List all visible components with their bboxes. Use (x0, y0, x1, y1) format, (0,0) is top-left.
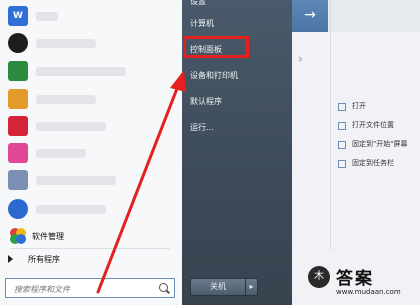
watermark: 木 答案 www.mudaan.com (306, 262, 418, 304)
red-arrow-annotation (96, 70, 186, 294)
watermark-title: 答案 (336, 269, 374, 289)
watermark-url: www.mudaan.com (336, 288, 401, 296)
watermark-logo: 木 (308, 266, 330, 288)
